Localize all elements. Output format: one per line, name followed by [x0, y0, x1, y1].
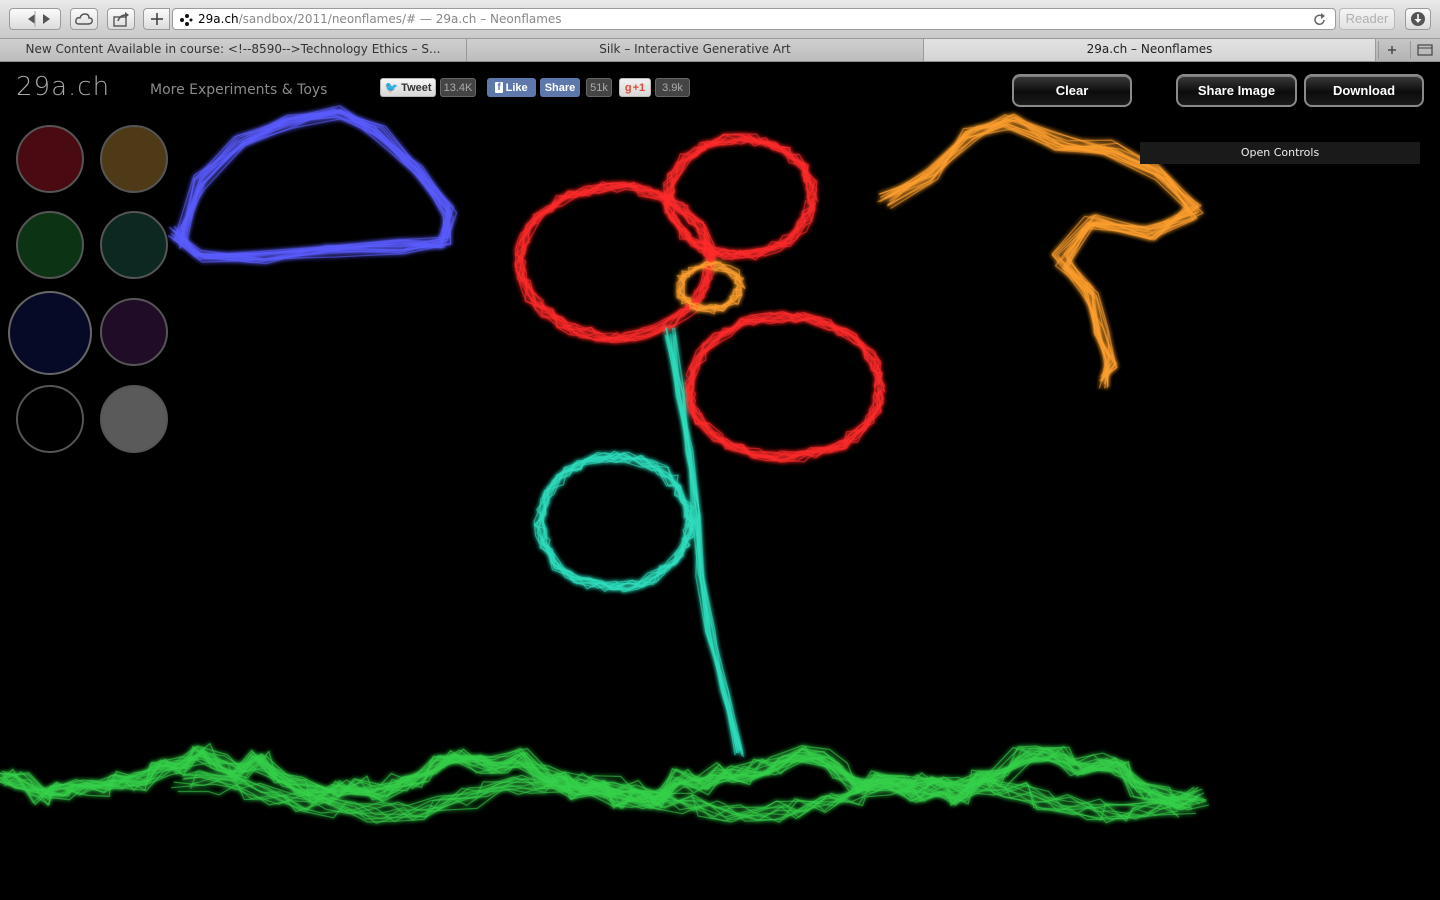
flame-strokes [0, 105, 1209, 824]
swatch-navy[interactable] [8, 291, 92, 375]
open-controls-button[interactable]: Open Controls [1140, 142, 1420, 164]
blue-cloud-stroke [173, 108, 445, 260]
blue-cloud-stroke [172, 116, 455, 260]
url-text: 29a.ch/sandbox/2011/neonflames/# — 29a.c… [198, 12, 562, 26]
google-plus-button[interactable]: g +1 [619, 78, 651, 97]
tweet-count: 13.4K [440, 78, 476, 97]
blue-cloud-stroke [172, 114, 452, 261]
site-favicon-icon [180, 14, 193, 26]
swatch-gray[interactable] [100, 385, 168, 453]
swatch-dark-teal[interactable] [100, 211, 168, 279]
blue-cloud-stroke [180, 111, 451, 261]
twitter-bird-icon: 🐦 [384, 82, 399, 94]
site-logo[interactable]: 29a.ch [16, 72, 110, 102]
clear-button[interactable]: Clear [1012, 74, 1132, 107]
browser-toolbar: 29a.ch/sandbox/2011/neonflames/# — 29a.c… [0, 0, 1440, 39]
download-button[interactable]: Download [1304, 74, 1424, 107]
facebook-share-button[interactable]: Share [540, 78, 580, 97]
tab-silk[interactable]: Silk – Interactive Generative Art [467, 39, 924, 61]
download-arrow-icon [1411, 12, 1425, 26]
back-forward-buttons[interactable] [9, 8, 61, 30]
gplus-count: 3.9k [655, 78, 690, 97]
blue-cloud-stroke [174, 108, 448, 256]
blue-cloud-stroke [174, 108, 452, 257]
tab-overview-button[interactable] [1410, 41, 1439, 59]
downloads-button[interactable] [1405, 8, 1431, 30]
swatch-dark-purple[interactable] [100, 298, 168, 366]
cloud-icon [75, 13, 93, 25]
facebook-count: 51k [586, 78, 612, 97]
orange-tree-stroke [878, 127, 1198, 384]
red-petals-stroke [684, 313, 882, 463]
url-host: 29a.ch [198, 12, 239, 26]
neonflames-page: 29a.ch More Experiments & Toys 🐦 Tweet 1… [0, 62, 1440, 900]
tab-neonflames[interactable]: 29a.ch – Neonflames [924, 39, 1376, 61]
reload-icon[interactable] [1313, 13, 1327, 27]
tweet-button[interactable]: 🐦 Tweet [380, 78, 436, 97]
address-bar[interactable]: 29a.ch/sandbox/2011/neonflames/# — 29a.c… [172, 8, 1336, 30]
icloud-tabs-button[interactable] [70, 8, 98, 30]
more-experiments-link[interactable]: More Experiments & Toys [150, 82, 327, 98]
blue-cloud-stroke [170, 112, 450, 258]
swatch-black[interactable] [16, 385, 84, 453]
blue-cloud-stroke [168, 111, 447, 259]
facebook-icon: f [495, 82, 503, 93]
gplus-icon: g [624, 81, 632, 94]
like-label: Like [505, 81, 528, 94]
tab-course[interactable]: New Content Available in course: <!--859… [0, 39, 467, 61]
plus-icon [1388, 46, 1396, 54]
blue-cloud-stroke [172, 109, 455, 256]
reader-button[interactable]: Reader [1339, 8, 1395, 30]
gplus-label: +1 [632, 81, 646, 94]
plus-icon [150, 13, 163, 25]
swatch-dark-red[interactable] [16, 125, 84, 193]
drawing-canvas[interactable] [0, 62, 1440, 900]
swatch-dark-green[interactable] [16, 211, 84, 279]
url-path: /sandbox/2011/neonflames/# [238, 12, 417, 26]
green-grass-stroke [7, 745, 1199, 809]
share-button[interactable] [107, 8, 135, 30]
share-image-button[interactable]: Share Image [1176, 74, 1297, 107]
back-forward-icons [28, 11, 50, 27]
url-title-suffix: — 29a.ch – Neonflames [416, 12, 562, 26]
new-tab-button[interactable] [1378, 41, 1405, 59]
blue-cloud-stroke [167, 105, 450, 257]
share-icon [113, 12, 129, 27]
tabs-grid-icon [1417, 44, 1433, 56]
tab-bar: New Content Available in course: <!--859… [0, 39, 1440, 62]
facebook-like-button[interactable]: f Like [487, 78, 536, 97]
swatch-brown[interactable] [100, 125, 168, 193]
tweet-label: Tweet [401, 81, 432, 94]
add-bookmark-button[interactable] [143, 8, 170, 30]
